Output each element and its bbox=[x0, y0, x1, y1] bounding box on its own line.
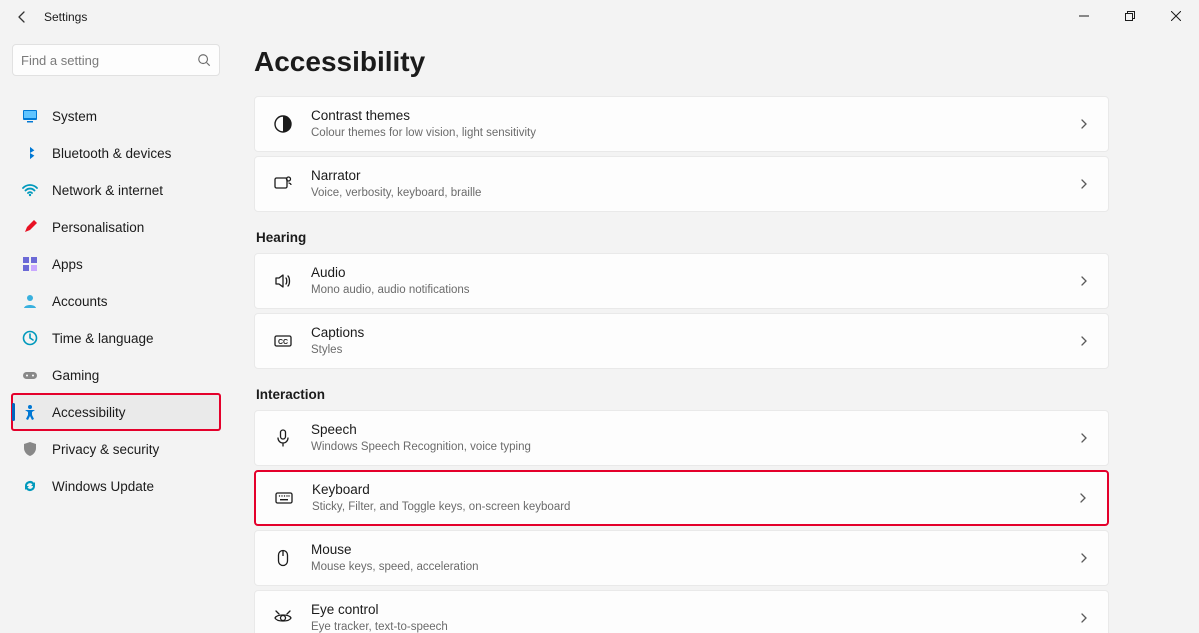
wifi-icon bbox=[22, 182, 38, 198]
sidebar-item-label: Time & language bbox=[52, 331, 154, 346]
card-title: Mouse bbox=[311, 542, 1078, 559]
chevron-right-icon bbox=[1078, 612, 1090, 624]
sidebar-item-label: Bluetooth & devices bbox=[52, 146, 171, 161]
chevron-right-icon bbox=[1077, 492, 1089, 504]
search-icon bbox=[197, 53, 211, 67]
card-sub: Voice, verbosity, keyboard, braille bbox=[311, 186, 1078, 200]
card-title: Keyboard bbox=[312, 482, 1077, 499]
page-title: Accessibility bbox=[254, 46, 1109, 78]
maximize-button[interactable] bbox=[1107, 0, 1153, 32]
sidebar-item-privacy[interactable]: Privacy & security bbox=[12, 431, 220, 467]
sidebar-item-label: System bbox=[52, 109, 97, 124]
sidebar-item-label: Personalisation bbox=[52, 220, 144, 235]
chevron-right-icon bbox=[1078, 178, 1090, 190]
search-input-wrapper[interactable] bbox=[12, 44, 220, 76]
search-input[interactable] bbox=[21, 53, 197, 68]
close-button[interactable] bbox=[1153, 0, 1199, 32]
card-captions[interactable]: CC Captions Styles bbox=[254, 313, 1109, 369]
clock-icon bbox=[22, 330, 38, 346]
chevron-right-icon bbox=[1078, 432, 1090, 444]
microphone-icon bbox=[273, 428, 293, 448]
card-title: Narrator bbox=[311, 168, 1078, 185]
card-title: Captions bbox=[311, 325, 1078, 342]
sidebar-item-label: Privacy & security bbox=[52, 442, 159, 457]
sidebar-item-label: Network & internet bbox=[52, 183, 163, 198]
card-narrator[interactable]: Narrator Voice, verbosity, keyboard, bra… bbox=[254, 156, 1109, 212]
accessibility-icon bbox=[22, 404, 38, 420]
card-sub: Mono audio, audio notifications bbox=[311, 283, 1078, 297]
card-title: Contrast themes bbox=[311, 108, 1078, 125]
system-icon bbox=[22, 108, 38, 124]
card-sub: Windows Speech Recognition, voice typing bbox=[311, 440, 1078, 454]
minimize-button[interactable] bbox=[1061, 0, 1107, 32]
card-title: Eye control bbox=[311, 602, 1078, 619]
paintbrush-icon bbox=[22, 219, 38, 235]
card-eye-control[interactable]: Eye control Eye tracker, text-to-speech bbox=[254, 590, 1109, 633]
update-icon bbox=[22, 478, 38, 494]
gaming-icon bbox=[22, 367, 38, 383]
captions-icon: CC bbox=[273, 331, 293, 351]
sidebar-item-label: Apps bbox=[52, 257, 83, 272]
keyboard-icon bbox=[274, 488, 294, 508]
card-sub: Sticky, Filter, and Toggle keys, on-scre… bbox=[312, 500, 1077, 514]
card-sub: Eye tracker, text-to-speech bbox=[311, 620, 1078, 633]
card-keyboard[interactable]: Keyboard Sticky, Filter, and Toggle keys… bbox=[254, 470, 1109, 526]
card-title: Speech bbox=[311, 422, 1078, 439]
sidebar-item-label: Accounts bbox=[52, 294, 108, 309]
mouse-icon bbox=[273, 548, 293, 568]
apps-icon bbox=[22, 256, 38, 272]
sidebar-item-apps[interactable]: Apps bbox=[12, 246, 220, 282]
sidebar-item-system[interactable]: System bbox=[12, 98, 220, 134]
sidebar-item-accounts[interactable]: Accounts bbox=[12, 283, 220, 319]
sidebar-item-label: Accessibility bbox=[52, 405, 126, 420]
sidebar-item-label: Windows Update bbox=[52, 479, 154, 494]
sidebar-item-update[interactable]: Windows Update bbox=[12, 468, 220, 504]
accounts-icon bbox=[22, 293, 38, 309]
narrator-icon bbox=[273, 174, 293, 194]
eye-icon bbox=[273, 608, 293, 628]
sidebar-item-gaming[interactable]: Gaming bbox=[12, 357, 220, 393]
window-title: Settings bbox=[44, 10, 87, 24]
sidebar-item-label: Gaming bbox=[52, 368, 99, 383]
close-icon bbox=[1171, 11, 1181, 21]
card-sub: Colour themes for low vision, light sens… bbox=[311, 126, 1078, 140]
sidebar-item-bluetooth[interactable]: Bluetooth & devices bbox=[12, 135, 220, 171]
card-title: Audio bbox=[311, 265, 1078, 282]
maximize-icon bbox=[1125, 11, 1135, 21]
sidebar-item-network[interactable]: Network & internet bbox=[12, 172, 220, 208]
sidebar-item-accessibility[interactable]: Accessibility bbox=[12, 394, 220, 430]
section-label-hearing: Hearing bbox=[256, 230, 1109, 245]
sidebar-nav: System Bluetooth & devices Network & int… bbox=[12, 98, 220, 504]
chevron-right-icon bbox=[1078, 335, 1090, 347]
card-audio[interactable]: Audio Mono audio, audio notifications bbox=[254, 253, 1109, 309]
sidebar-item-personalisation[interactable]: Personalisation bbox=[12, 209, 220, 245]
card-mouse[interactable]: Mouse Mouse keys, speed, acceleration bbox=[254, 530, 1109, 586]
chevron-right-icon bbox=[1078, 275, 1090, 287]
contrast-icon bbox=[273, 114, 293, 134]
speaker-icon bbox=[273, 271, 293, 291]
chevron-right-icon bbox=[1078, 552, 1090, 564]
section-label-interaction: Interaction bbox=[256, 387, 1109, 402]
svg-text:CC: CC bbox=[278, 339, 288, 346]
card-speech[interactable]: Speech Windows Speech Recognition, voice… bbox=[254, 410, 1109, 466]
shield-icon bbox=[22, 441, 38, 457]
sidebar-item-time[interactable]: Time & language bbox=[12, 320, 220, 356]
minimize-icon bbox=[1079, 11, 1089, 21]
card-sub: Mouse keys, speed, acceleration bbox=[311, 560, 1078, 574]
back-button[interactable] bbox=[8, 3, 36, 31]
card-sub: Styles bbox=[311, 343, 1078, 357]
bluetooth-icon bbox=[22, 145, 38, 161]
card-contrast-themes[interactable]: Contrast themes Colour themes for low vi… bbox=[254, 96, 1109, 152]
chevron-right-icon bbox=[1078, 118, 1090, 130]
arrow-left-icon bbox=[14, 9, 30, 25]
